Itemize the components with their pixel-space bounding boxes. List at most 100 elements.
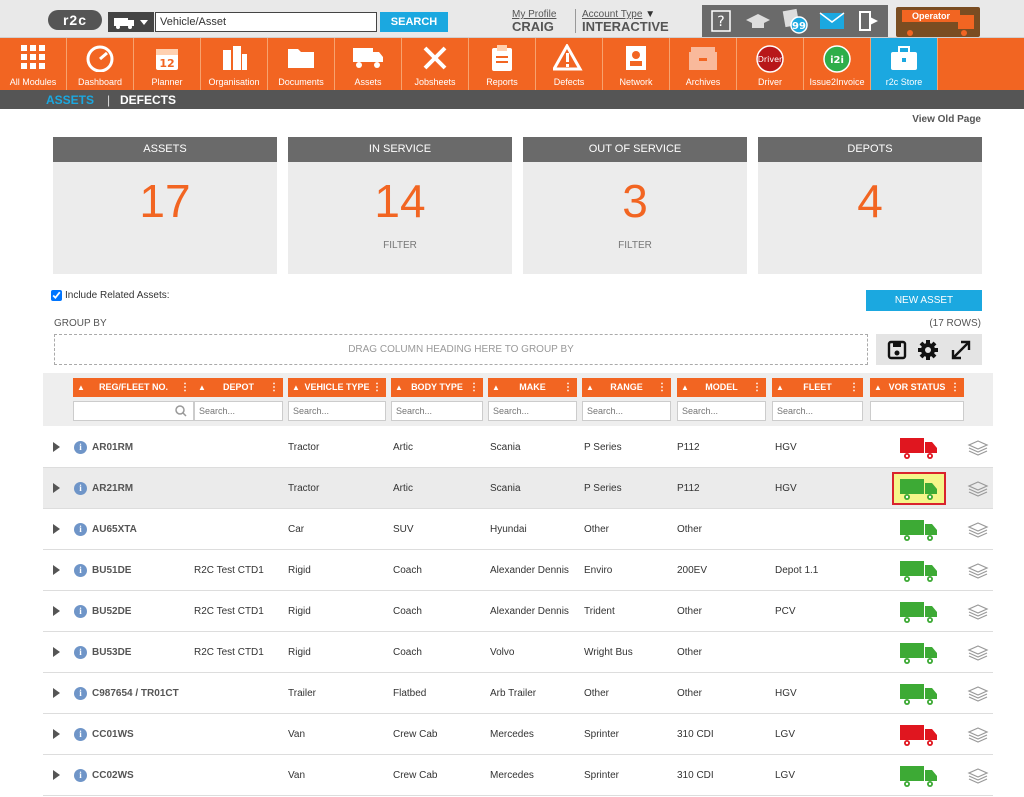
layers-icon[interactable] bbox=[967, 767, 989, 785]
info-icon[interactable]: i bbox=[74, 605, 87, 618]
cell-reg[interactable]: AR21RM bbox=[92, 468, 133, 509]
cell-reg[interactable]: AU65XTA bbox=[92, 509, 137, 550]
vor-status-red[interactable] bbox=[892, 718, 946, 751]
asset-type-select[interactable] bbox=[108, 12, 154, 32]
nav-item-planner[interactable]: 12 Planner bbox=[134, 38, 201, 90]
expand-row-icon[interactable] bbox=[53, 483, 60, 493]
nav-item-all-modules[interactable]: All Modules bbox=[0, 38, 67, 90]
table-row[interactable]: i AU65XTA Car SUV Hyundai Other Other bbox=[43, 509, 993, 550]
cell-reg[interactable]: CC01WS bbox=[92, 714, 134, 755]
layers-icon[interactable] bbox=[967, 603, 989, 621]
filter-input-model[interactable] bbox=[677, 401, 766, 421]
layers-icon[interactable] bbox=[967, 521, 989, 539]
info-icon[interactable]: i bbox=[74, 482, 87, 495]
nav-item-jobsheets[interactable]: Jobsheets bbox=[402, 38, 469, 90]
filter-input-vtype[interactable] bbox=[288, 401, 386, 421]
table-row[interactable]: i C987654 / TR01CT Trailer Flatbed Arb Trail… bbox=[43, 673, 993, 714]
tab-defects[interactable]: DEFECTS bbox=[120, 93, 176, 107]
cell-reg[interactable]: C987654 / TR01CT bbox=[92, 673, 179, 714]
layers-icon[interactable] bbox=[967, 439, 989, 457]
expand-row-icon[interactable] bbox=[53, 524, 60, 534]
vor-status-green[interactable] bbox=[892, 595, 946, 628]
out-of-service-filter-link[interactable]: FILTER bbox=[523, 240, 747, 251]
vor-status-green[interactable] bbox=[892, 677, 946, 710]
save-icon[interactable] bbox=[887, 340, 907, 360]
column-header-range[interactable]: ▲ RANGE ⋮ bbox=[582, 378, 671, 397]
vor-status-green[interactable] bbox=[892, 513, 946, 546]
column-header-body[interactable]: ▲ BODY TYPE ⋮ bbox=[391, 378, 483, 397]
nav-item-r2c-store[interactable]: r2c Store bbox=[871, 38, 938, 90]
column-header-vtype[interactable]: ▲ VEHICLE TYPE ⋮ bbox=[288, 378, 386, 397]
include-related-checkbox[interactable] bbox=[51, 290, 62, 301]
table-row[interactable]: i AR01RM Tractor Artic Scania P Series P112 HGV bbox=[43, 427, 993, 468]
expand-row-icon[interactable] bbox=[53, 770, 60, 780]
table-row[interactable]: i CC02WS Van Crew Cab Mercedes Sprinter 310 CD… bbox=[43, 755, 993, 796]
layers-icon[interactable] bbox=[967, 644, 989, 662]
nav-item-dashboard[interactable]: Dashboard bbox=[67, 38, 134, 90]
column-menu-icon[interactable]: ⋮ bbox=[372, 378, 382, 397]
filter-input-range[interactable] bbox=[582, 401, 671, 421]
expand-row-icon[interactable] bbox=[53, 647, 60, 657]
expand-row-icon[interactable] bbox=[53, 729, 60, 739]
expand-icon[interactable] bbox=[950, 339, 972, 361]
column-header-vor[interactable]: ▲ VOR STATUS ⋮ bbox=[870, 378, 964, 397]
nav-item-archives[interactable]: Archives bbox=[670, 38, 737, 90]
view-old-page-link[interactable]: View Old Page bbox=[912, 114, 981, 125]
nav-item-organisation[interactable]: Organisation bbox=[201, 38, 268, 90]
tab-assets[interactable]: ASSETS bbox=[46, 93, 94, 107]
column-header-make[interactable]: ▲ MAKE ⋮ bbox=[488, 378, 577, 397]
nav-item-driver[interactable]: Driver Driver bbox=[737, 38, 804, 90]
filter-input-depot[interactable] bbox=[194, 401, 283, 421]
column-header-model[interactable]: ▲ MODEL ⋮ bbox=[677, 378, 766, 397]
info-icon[interactable]: i bbox=[74, 441, 87, 454]
nav-item-defects[interactable]: Defects bbox=[536, 38, 603, 90]
operator-truck[interactable]: Operator bbox=[896, 7, 980, 37]
table-row[interactable]: i BU52DE R2C Test CTD1 Rigid Coach Alexander … bbox=[43, 591, 993, 632]
layers-icon[interactable] bbox=[967, 562, 989, 580]
expand-row-icon[interactable] bbox=[53, 688, 60, 698]
info-icon[interactable]: i bbox=[74, 769, 87, 782]
column-header-reg[interactable]: ▲ REG/FLEET NO. ⋮ bbox=[73, 378, 194, 397]
new-asset-button[interactable]: NEW ASSET bbox=[866, 290, 982, 311]
vor-status-red[interactable] bbox=[892, 431, 946, 464]
filter-input-vor[interactable] bbox=[870, 401, 964, 421]
info-icon[interactable]: i bbox=[74, 687, 87, 700]
nav-item-issue2invoice[interactable]: i2i Issue2Invoice bbox=[804, 38, 871, 90]
layers-icon[interactable] bbox=[967, 726, 989, 744]
vor-status-green[interactable] bbox=[892, 636, 946, 669]
vor-status-green[interactable] bbox=[892, 554, 946, 587]
info-icon[interactable]: i bbox=[74, 564, 87, 577]
info-icon[interactable]: i bbox=[74, 523, 87, 536]
help-icon[interactable]: ? bbox=[707, 8, 735, 34]
nav-item-documents[interactable]: Documents bbox=[268, 38, 335, 90]
group-by-drop-zone[interactable]: DRAG COLUMN HEADING HERE TO GROUP BY bbox=[54, 334, 868, 365]
table-row[interactable]: i CC01WS Van Crew Cab Mercedes Sprinter 310 CD… bbox=[43, 714, 993, 755]
info-icon[interactable]: i bbox=[74, 646, 87, 659]
expand-row-icon[interactable] bbox=[53, 606, 60, 616]
in-service-filter-link[interactable]: FILTER bbox=[288, 240, 512, 251]
column-menu-icon[interactable]: ⋮ bbox=[752, 378, 762, 397]
column-menu-icon[interactable]: ⋮ bbox=[849, 378, 859, 397]
nav-item-network[interactable]: Network bbox=[603, 38, 670, 90]
vor-status-green[interactable] bbox=[892, 759, 946, 792]
vor-status-green[interactable] bbox=[892, 472, 946, 505]
column-menu-icon[interactable]: ⋮ bbox=[180, 378, 190, 397]
gear-icon[interactable] bbox=[917, 339, 939, 361]
mail-icon[interactable] bbox=[818, 8, 846, 34]
expand-row-icon[interactable] bbox=[53, 565, 60, 575]
column-header-depot[interactable]: ▲ DEPOT ⋮ bbox=[194, 378, 283, 397]
table-row[interactable]: i BU51DE R2C Test CTD1 Rigid Coach Alexander … bbox=[43, 550, 993, 591]
nav-item-reports[interactable]: Reports bbox=[469, 38, 536, 90]
filter-input-make[interactable] bbox=[488, 401, 577, 421]
logout-icon[interactable] bbox=[855, 8, 883, 34]
layers-icon[interactable] bbox=[967, 685, 989, 703]
table-row[interactable]: i BU53DE R2C Test CTD1 Rigid Coach Volvo Wrigh… bbox=[43, 632, 993, 673]
info-icon[interactable]: i bbox=[74, 728, 87, 741]
cell-reg[interactable]: BU51DE bbox=[92, 550, 131, 591]
graduation-cap-icon[interactable] bbox=[744, 8, 772, 34]
expand-row-icon[interactable] bbox=[53, 442, 60, 452]
search-input[interactable] bbox=[155, 12, 377, 32]
column-menu-icon[interactable]: ⋮ bbox=[469, 378, 479, 397]
column-menu-icon[interactable]: ⋮ bbox=[269, 378, 279, 397]
cell-reg[interactable]: CC02WS bbox=[92, 755, 134, 796]
